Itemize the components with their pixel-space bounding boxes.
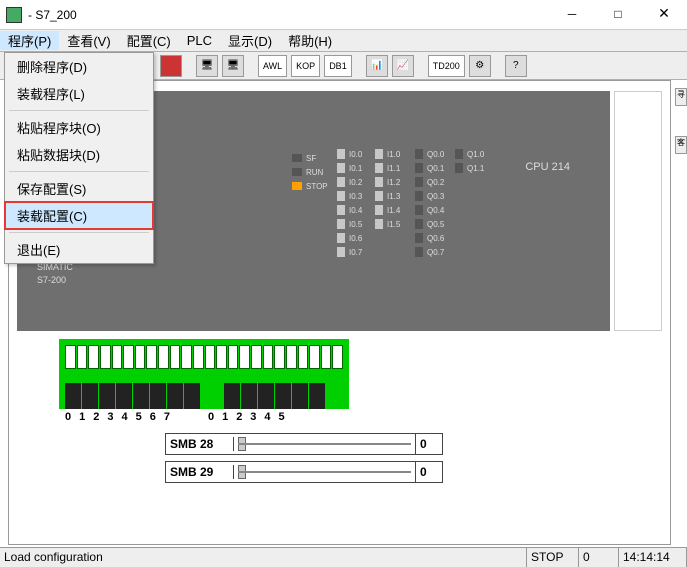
maximize-button[interactable]: □ [595, 0, 641, 30]
menu-save-config[interactable]: 保存配置(S) [5, 175, 153, 202]
toolbar-awl[interactable]: AWL [258, 55, 287, 77]
plc-cpu: CPU 214 [525, 161, 570, 173]
menu-paste-data[interactable]: 粘贴数据块(D) [5, 141, 153, 168]
smb28-value: 0 [416, 437, 442, 451]
toolbar-btn-4[interactable]: 📈 [392, 55, 414, 77]
terminal-labels: 01234567 012345 [65, 411, 293, 423]
io-col-i0: I0.0I0.1I0.2I0.3I0.4I0.5I0.6I0.7 [337, 147, 362, 259]
menu-view[interactable]: 查看(V) [59, 31, 118, 50]
menu-display[interactable]: 显示(D) [220, 31, 280, 50]
status-message: Load configuration [0, 548, 527, 567]
menu-paste-block[interactable]: 粘贴程序块(O) [5, 114, 153, 141]
menu-load-config[interactable]: 装载配置(C) [5, 202, 153, 229]
titlebar: - S7_200 ─ □ ✕ [0, 0, 687, 30]
sidebtn-2[interactable]: 客 [675, 136, 687, 154]
terminal-group-2 [224, 375, 325, 409]
minimize-button[interactable]: ─ [549, 0, 595, 30]
side-panel [614, 91, 662, 331]
terminal-group-1 [65, 375, 200, 409]
toolbar-kop[interactable]: KOP [291, 55, 320, 77]
toolbar-btn-2[interactable]: 🖥 [222, 55, 244, 77]
plc-brand: SIMATICS7-200 [37, 261, 73, 286]
io-col-q0: Q0.0Q0.1Q0.2Q0.3Q0.4Q0.5Q0.6Q0.7 [415, 147, 444, 259]
close-button[interactable]: ✕ [641, 0, 687, 30]
io-col-i1: I1.0I1.1I1.2I1.3I1.4I1.5 [375, 147, 400, 231]
toolbar-help-icon[interactable]: ? [505, 55, 527, 77]
smb28-slider[interactable] [234, 434, 416, 454]
status-mode: STOP [527, 548, 579, 567]
side-buttons: 寻 客 [675, 88, 687, 184]
toolbar-btn-5[interactable]: ⚙ [469, 55, 491, 77]
toolbar-btn-3[interactable]: 📊 [366, 55, 388, 77]
menu-config[interactable]: 配置(C) [119, 31, 179, 50]
menu-load-program[interactable]: 装载程序(L) [5, 80, 153, 107]
program-dropdown: 删除程序(D) 装载程序(L) 粘贴程序块(O) 粘贴数据块(D) 保存配置(S… [4, 52, 154, 264]
window-title: - S7_200 [28, 8, 549, 22]
menu-exit[interactable]: 退出(E) [5, 236, 153, 263]
smb29-slider[interactable] [234, 462, 416, 482]
status-leds: SF RUN STOP [292, 151, 328, 193]
menu-help[interactable]: 帮助(H) [280, 31, 340, 50]
status-value: 0 [579, 548, 619, 567]
smb29-row: SMB 29 0 [165, 461, 443, 483]
smb28-label: SMB 28 [166, 437, 234, 451]
menu-delete-program[interactable]: 删除程序(D) [5, 53, 153, 80]
toolbar-stop-icon[interactable] [160, 55, 182, 77]
menu-plc[interactable]: PLC [179, 33, 220, 48]
status-time: 14:14:14 [619, 548, 687, 567]
terminal-block [59, 339, 349, 409]
toolbar-td200[interactable]: TD200 [428, 55, 465, 77]
terminal-top-row [59, 339, 349, 369]
sidebtn-1[interactable]: 寻 [675, 88, 687, 106]
app-icon [6, 7, 22, 23]
smb28-row: SMB 28 0 [165, 433, 443, 455]
menubar: 程序(P) 查看(V) 配置(C) PLC 显示(D) 帮助(H) [0, 30, 687, 52]
toolbar-db1[interactable]: DB1 [324, 55, 352, 77]
menu-program[interactable]: 程序(P) [0, 31, 59, 50]
io-col-q1: Q1.0Q1.1 [455, 147, 484, 175]
statusbar: Load configuration STOP 0 14:14:14 [0, 547, 687, 567]
toolbar-btn-1[interactable]: 🖥 [196, 55, 218, 77]
smb29-value: 0 [416, 465, 442, 479]
smb29-label: SMB 29 [166, 465, 234, 479]
